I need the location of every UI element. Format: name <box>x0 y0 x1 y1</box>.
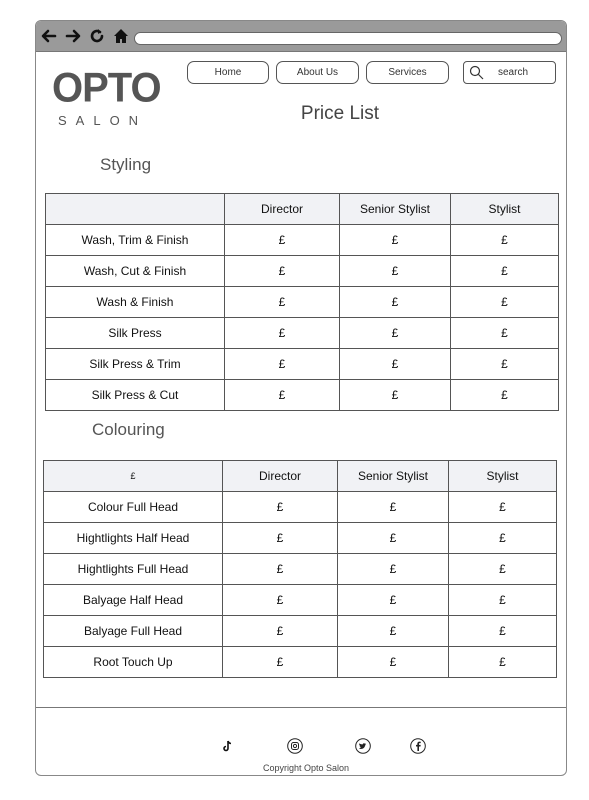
price-cell-director: £ <box>222 522 338 554</box>
service-name-cell: Balyage Half Head <box>43 584 223 616</box>
service-name-cell: Silk Press & Cut <box>45 379 225 411</box>
table-row: Silk Press £ £ £ <box>45 317 559 349</box>
browser-window: OPTO SALON Home About Us Services search… <box>35 20 567 776</box>
service-name-cell: Root Touch Up <box>43 646 223 678</box>
twitter-icon[interactable] <box>355 738 371 754</box>
price-cell-senior-stylist: £ <box>337 646 449 678</box>
price-cell-stylist: £ <box>448 584 557 616</box>
copyright-text: Copyright Opto Salon <box>262 763 350 773</box>
price-cell-director: £ <box>224 286 340 318</box>
price-cell-senior-stylist: £ <box>339 348 451 380</box>
price-cell-senior-stylist: £ <box>339 379 451 411</box>
table-row: Hightlights Half Head £ £ £ <box>43 522 557 554</box>
styling-price-table: Director Senior Stylist Stylist Wash, Tr… <box>45 193 559 411</box>
column-header-director: Director <box>224 193 340 225</box>
colouring-table-body: Colour Full Head £ £ £ Hightlights Half Head… <box>43 491 557 678</box>
price-cell-director: £ <box>222 646 338 678</box>
styling-heading: Styling <box>100 155 152 174</box>
table-header-row: £ Director Senior Stylist Stylist <box>43 460 557 492</box>
table-row: Wash & Finish £ £ £ <box>45 286 559 318</box>
price-cell-stylist: £ <box>448 491 557 523</box>
back-arrow-icon[interactable] <box>40 27 58 45</box>
price-cell-director: £ <box>224 317 340 349</box>
price-cell-senior-stylist: £ <box>337 491 449 523</box>
nav-home-button[interactable]: Home <box>187 61 269 84</box>
service-name-cell: Wash & Finish <box>45 286 225 318</box>
price-cell-stylist: £ <box>450 286 559 318</box>
price-cell-director: £ <box>222 584 338 616</box>
price-cell-senior-stylist: £ <box>337 553 449 585</box>
price-cell-stylist: £ <box>450 224 559 256</box>
table-row: Silk Press & Trim £ £ £ <box>45 348 559 380</box>
table-row: Hightlights Full Head £ £ £ <box>43 553 557 585</box>
price-cell-stylist: £ <box>450 317 559 349</box>
price-cell-director: £ <box>222 615 338 647</box>
price-cell-stylist: £ <box>450 348 559 380</box>
service-name-cell: Wash, Trim & Finish <box>45 224 225 256</box>
price-cell-director: £ <box>224 255 340 287</box>
forward-arrow-icon[interactable] <box>64 27 82 45</box>
nav-about-us-button[interactable]: About Us <box>276 61 359 84</box>
table-row: Wash, Trim & Finish £ £ £ <box>45 224 559 256</box>
price-cell-senior-stylist: £ <box>339 317 451 349</box>
service-name-cell: Balyage Full Head <box>43 615 223 647</box>
table-row: Colour Full Head £ £ £ <box>43 491 557 523</box>
facebook-icon[interactable] <box>410 738 426 754</box>
styling-table-body: Wash, Trim & Finish £ £ £ Wash, Cut & Finish… <box>45 224 559 411</box>
table-header-row: Director Senior Stylist Stylist <box>45 193 559 225</box>
instagram-icon[interactable] <box>287 738 303 754</box>
colouring-heading: Colouring <box>92 420 165 439</box>
tiktok-icon[interactable] <box>220 738 236 754</box>
address-bar[interactable] <box>134 32 562 45</box>
table-row: Root Touch Up £ £ £ <box>43 646 557 678</box>
column-header-stylist: Stylist <box>448 460 557 492</box>
price-cell-stylist: £ <box>448 646 557 678</box>
service-name-cell: Silk Press & Trim <box>45 348 225 380</box>
column-header-stylist: Stylist <box>450 193 559 225</box>
table-row: Silk Press & Cut £ £ £ <box>45 379 559 411</box>
service-name-cell: Colour Full Head <box>43 491 223 523</box>
column-header-senior-stylist: Senior Stylist <box>339 193 451 225</box>
footer: Copyright Opto Salon <box>36 707 566 775</box>
price-cell-stylist: £ <box>450 255 559 287</box>
table-row: Wash, Cut & Finish £ £ £ <box>45 255 559 287</box>
price-cell-stylist: £ <box>448 553 557 585</box>
reload-icon[interactable] <box>88 27 106 45</box>
table-corner-cell: £ <box>43 460 223 492</box>
table-corner-cell <box>45 193 225 225</box>
price-cell-director: £ <box>222 491 338 523</box>
table-row: Balyage Full Head £ £ £ <box>43 615 557 647</box>
service-name-cell: Hightlights Full Head <box>43 553 223 585</box>
column-header-director: Director <box>222 460 338 492</box>
column-header-senior-stylist: Senior Stylist <box>337 460 449 492</box>
service-name-cell: Silk Press <box>45 317 225 349</box>
price-cell-stylist: £ <box>448 615 557 647</box>
search-icon <box>469 65 484 80</box>
page-title: Price List <box>300 103 380 124</box>
service-name-cell: Hightlights Half Head <box>43 522 223 554</box>
price-cell-senior-stylist: £ <box>337 584 449 616</box>
price-cell-senior-stylist: £ <box>339 255 451 287</box>
price-cell-director: £ <box>224 224 340 256</box>
nav-services-button[interactable]: Services <box>366 61 449 84</box>
price-cell-stylist: £ <box>448 522 557 554</box>
search-placeholder: search <box>498 67 529 78</box>
table-row: Balyage Half Head £ £ £ <box>43 584 557 616</box>
browser-toolbar <box>36 21 566 52</box>
price-cell-senior-stylist: £ <box>337 522 449 554</box>
colouring-price-table: £ Director Senior Stylist Stylist Colour… <box>43 460 557 678</box>
price-cell-director: £ <box>224 379 340 411</box>
price-cell-senior-stylist: £ <box>339 224 451 256</box>
price-cell-director: £ <box>224 348 340 380</box>
price-cell-senior-stylist: £ <box>339 286 451 318</box>
search-input[interactable]: search <box>463 61 556 84</box>
home-icon[interactable] <box>112 27 130 45</box>
price-cell-senior-stylist: £ <box>337 615 449 647</box>
service-name-cell: Wash, Cut & Finish <box>45 255 225 287</box>
price-cell-stylist: £ <box>450 379 559 411</box>
price-cell-director: £ <box>222 553 338 585</box>
